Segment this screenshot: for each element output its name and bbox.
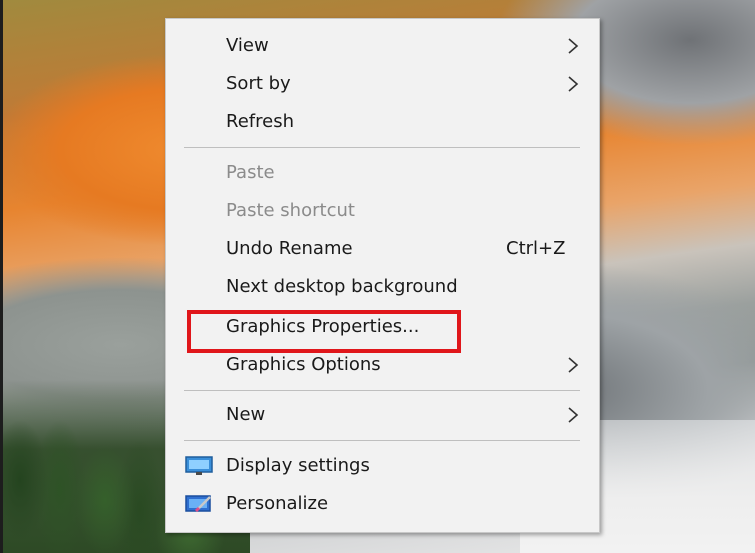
- chevron-right-icon: [568, 407, 579, 423]
- menu-item-new[interactable]: New: [166, 396, 599, 434]
- chevron-right-icon: [568, 357, 579, 373]
- menu-item-label: Undo Rename: [226, 238, 353, 259]
- menu-item-label: Next desktop background: [226, 276, 458, 297]
- menu-item-label: Display settings: [226, 455, 370, 476]
- annotation-highlight-box: [187, 310, 461, 353]
- menu-item-label: New: [226, 404, 266, 425]
- menu-separator: [184, 147, 580, 148]
- menu-item-personalize[interactable]: Personalize: [166, 485, 599, 523]
- menu-item-next-desktop-background[interactable]: Next desktop background: [166, 268, 599, 306]
- menu-item-sort-by[interactable]: Sort by: [166, 65, 599, 103]
- menu-item-paste: Paste: [166, 154, 599, 192]
- menu-item-shortcut: Ctrl+Z: [506, 238, 566, 259]
- chevron-right-icon: [568, 38, 579, 54]
- menu-item-display-settings[interactable]: Display settings: [166, 447, 599, 485]
- menu-item-refresh[interactable]: Refresh: [166, 103, 599, 141]
- menu-separator: [184, 440, 580, 441]
- desktop-context-menu: View Sort by Refresh Paste Paste shortcu…: [165, 18, 600, 533]
- menu-item-label: Paste: [226, 162, 275, 183]
- menu-item-label: View: [226, 35, 269, 56]
- menu-separator: [184, 390, 580, 391]
- window-edge: [0, 0, 3, 553]
- menu-item-label: Refresh: [226, 111, 294, 132]
- menu-item-undo-rename[interactable]: Undo Rename Ctrl+Z: [166, 230, 599, 268]
- display-settings-icon: [185, 456, 213, 475]
- menu-item-paste-shortcut: Paste shortcut: [166, 192, 599, 230]
- personalize-icon: [185, 495, 211, 513]
- menu-item-label: Sort by: [226, 73, 291, 94]
- menu-item-view[interactable]: View: [166, 27, 599, 65]
- menu-item-label: Personalize: [226, 493, 329, 514]
- menu-item-label: Paste shortcut: [226, 200, 355, 221]
- chevron-right-icon: [568, 76, 579, 92]
